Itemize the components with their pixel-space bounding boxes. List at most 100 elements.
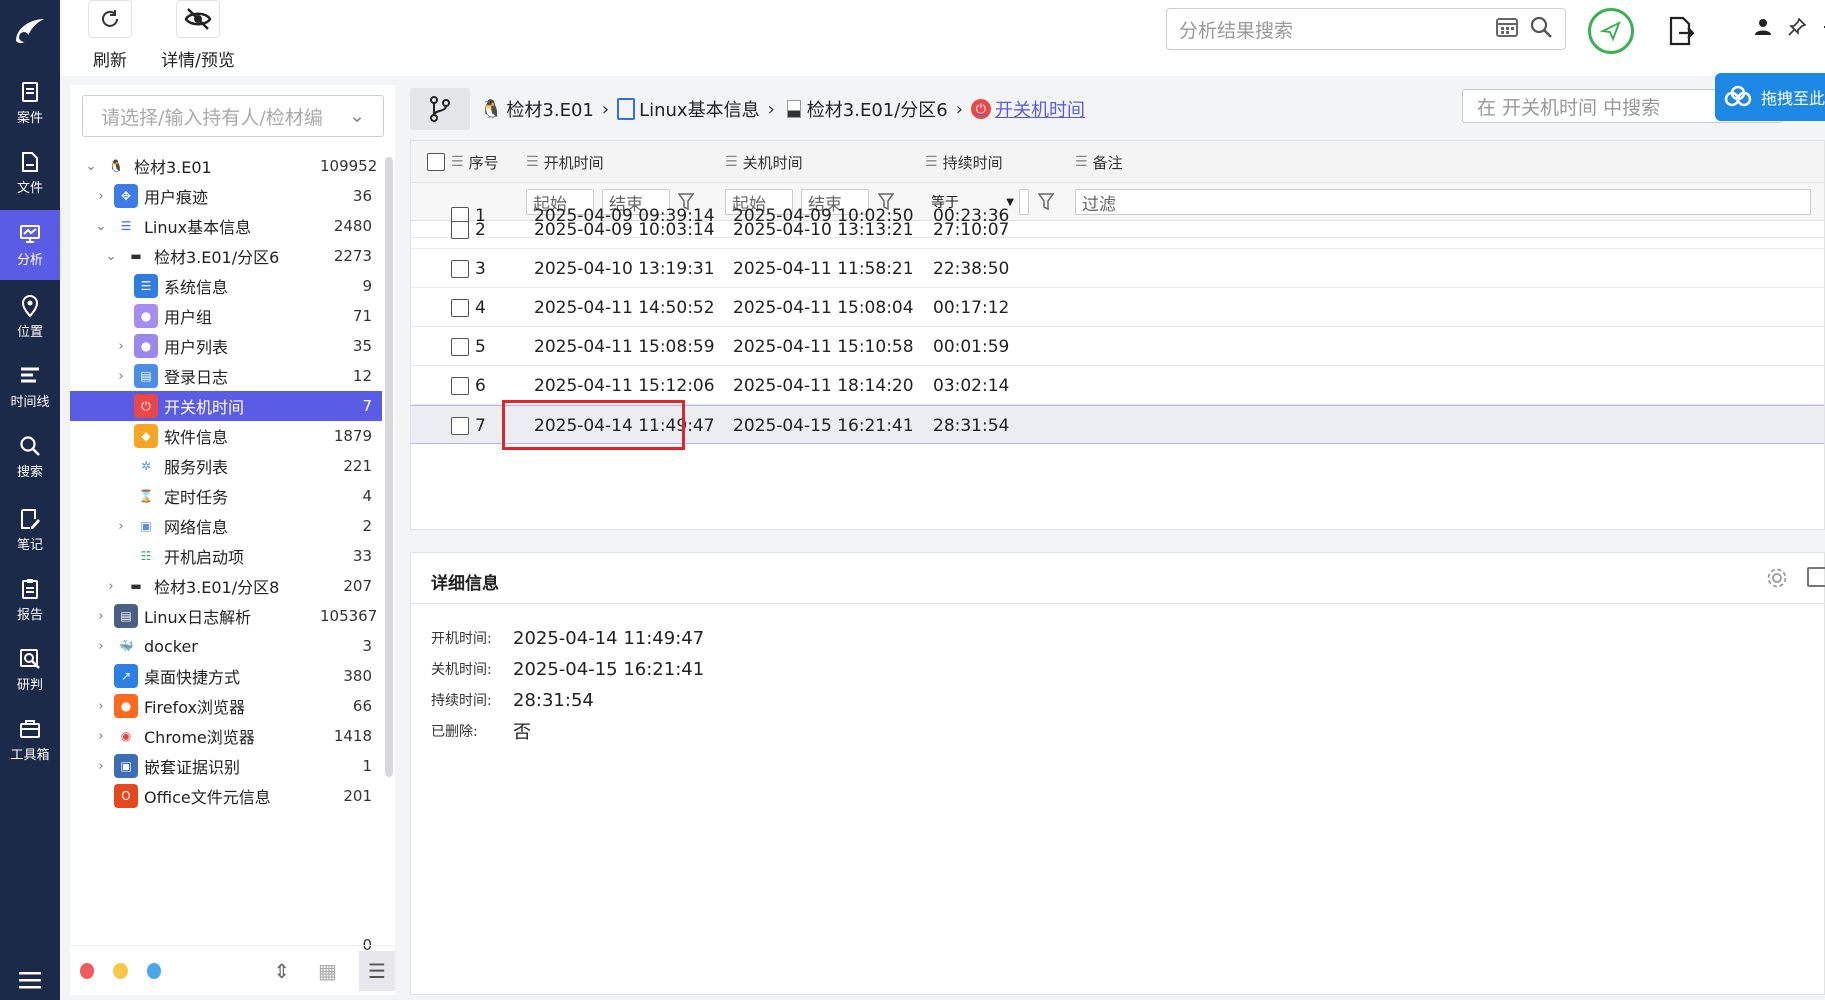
breadcrumb-item-power-time[interactable]: ⏻ 开关机时间 xyxy=(970,96,1085,122)
chevron-right-icon[interactable]: › xyxy=(94,729,108,744)
list-view-icon[interactable]: ☰ xyxy=(358,950,395,991)
tree-item-service[interactable]: ✲ 服务列表 221 xyxy=(70,451,382,481)
menu-icon[interactable] xyxy=(0,960,60,1000)
column-menu-icon[interactable]: ☰ xyxy=(925,154,938,170)
column-header-remark[interactable]: ☰ 备注 xyxy=(1075,141,1123,183)
panel-toggle-icon[interactable] xyxy=(1807,567,1825,587)
rail-item-toolbox[interactable]: 工具箱 xyxy=(0,705,60,775)
rail-item-analysis[interactable]: 分析 xyxy=(0,210,60,280)
select-all-checkbox[interactable] xyxy=(427,153,445,171)
breadcrumb-item-partition[interactable]: 检材3.E01/分区6 › xyxy=(783,96,963,122)
column-header-on-time[interactable]: ☰ 开机时间 xyxy=(526,141,604,183)
chevron-right-icon[interactable]: › xyxy=(94,759,108,774)
calendar-icon[interactable] xyxy=(1495,15,1519,44)
breadcrumb-item-evidence[interactable]: 🐧 检材3.E01 › xyxy=(480,96,609,122)
blue-dot-icon[interactable] xyxy=(146,962,162,979)
tree-item-usergroup[interactable]: ● 用户组 71 xyxy=(70,301,382,331)
tree-item-userlist[interactable]: › ● 用户列表 35 xyxy=(70,331,382,361)
table-row[interactable]: 4 2025-04-11 14:50:52 2025-04-11 15:08:04 0… xyxy=(411,288,1824,327)
drag-drop-button[interactable]: 拖拽至此 xyxy=(1715,73,1825,121)
row-checkbox[interactable] xyxy=(451,220,469,239)
chevron-right-icon[interactable]: › xyxy=(114,339,128,354)
column-menu-icon[interactable]: ☰ xyxy=(526,154,539,170)
search-icon[interactable] xyxy=(1529,15,1553,44)
row-checkbox[interactable] xyxy=(451,298,469,317)
chevron-right-icon[interactable]: › xyxy=(104,579,118,594)
chevron-down-icon[interactable]: ⌄ xyxy=(84,159,98,174)
row-checkbox[interactable] xyxy=(451,337,469,356)
chevron-down-icon[interactable]: ⌄ xyxy=(94,219,108,234)
tree-item-nested-evidence[interactable]: › ▣ 嵌套证据识别 1 xyxy=(70,751,382,781)
docker-icon: 🐳 xyxy=(114,634,138,658)
tree-item-hourglass[interactable]: ⌛ 定时任务 4 xyxy=(70,481,382,511)
tree-item-log[interactable]: › ▤ Linux日志解析 105367 xyxy=(70,601,382,631)
service-icon: ✲ xyxy=(134,454,158,478)
branch-button[interactable] xyxy=(410,88,470,130)
user-icon[interactable] xyxy=(1754,18,1772,40)
table-row[interactable]: 5 2025-04-11 15:08:59 2025-04-11 15:10:58 0… xyxy=(411,327,1824,366)
grid-view-icon[interactable]: ▦ xyxy=(318,959,337,983)
table-row[interactable]: 2 2025-04-09 10:03:14 2025-04-10 13:13:21 2… xyxy=(411,210,1824,249)
tree-item-power[interactable]: ⏻ 开关机时间 7 xyxy=(70,391,382,421)
table-row[interactable]: 7 2025-04-14 11:49:47 2025-04-15 16:21:41 2… xyxy=(411,400,1824,450)
tree-item-office[interactable]: O Office文件元信息 201 xyxy=(70,781,382,811)
highlight-box xyxy=(502,400,685,450)
refresh-button[interactable]: 刷新 xyxy=(75,0,145,76)
tree-item-label: 系统信息 xyxy=(164,278,229,297)
column-menu-icon[interactable]: ☰ xyxy=(725,154,738,170)
tree-item-startup[interactable]: ☷ 开机启动项 33 xyxy=(70,541,382,571)
rail-item-label: 笔记 xyxy=(16,538,43,553)
row-checkbox[interactable] xyxy=(451,259,469,278)
tree-item-list[interactable]: ⌄ ☰ Linux基本信息 2480 xyxy=(70,211,382,241)
rail-item-timeline[interactable]: 时间线 xyxy=(0,352,60,422)
chevron-right-icon[interactable]: › xyxy=(114,369,128,384)
breadcrumb-item-linux-info[interactable]: Linux基本信息 › xyxy=(617,96,775,122)
tree-item-network[interactable]: › ▣ 网络信息 2 xyxy=(70,511,382,541)
analysis-search-input[interactable]: 分析结果搜索 xyxy=(1166,8,1566,50)
rail-item-location[interactable]: 位置 xyxy=(0,282,60,352)
column-menu-icon[interactable]: ☰ xyxy=(1075,154,1088,170)
chevron-right-icon[interactable]: › xyxy=(94,189,108,204)
rail-item-search[interactable]: 搜索 xyxy=(0,422,60,492)
column-header-duration[interactable]: ☰ 持续时间 xyxy=(925,141,1003,183)
row-checkbox[interactable] xyxy=(451,416,469,435)
tree-scrollbar[interactable] xyxy=(385,157,393,777)
tree-item-firefox[interactable]: › ● Firefox浏览器 66 xyxy=(70,691,382,721)
tree-item-shortcut[interactable]: ↗ 桌面快捷方式 380 xyxy=(70,661,382,691)
send-status-button[interactable] xyxy=(1588,8,1634,54)
tree-item-software[interactable]: ◆ 软件信息 1879 xyxy=(70,421,382,451)
rail-item-case[interactable]: 案件 xyxy=(0,68,60,138)
gear-icon[interactable] xyxy=(1766,567,1788,593)
row-id: 3 xyxy=(475,258,486,279)
chevron-right-icon[interactable]: › xyxy=(94,609,108,624)
pin-icon[interactable] xyxy=(1788,17,1807,40)
holder-select[interactable]: 请选择/输入持有人/检材编 ⌄ xyxy=(82,95,384,137)
rail-item-file[interactable]: 文件 xyxy=(0,138,60,208)
rail-item-judge[interactable]: 研判 xyxy=(0,635,60,705)
export-icon[interactable] xyxy=(1668,16,1695,50)
rail-item-report[interactable]: 报告 xyxy=(0,565,60,635)
column-menu-icon[interactable]: ☰ xyxy=(451,154,464,170)
tree-item-login-log[interactable]: › ▤ 登录日志 12 xyxy=(70,361,382,391)
tree-item-chrome[interactable]: › ◉ Chrome浏览器 1418 xyxy=(70,721,382,751)
tree-item-user-trace[interactable]: › ✥ 用户痕迹 36 xyxy=(70,181,382,211)
preview-button[interactable]: 详情/预览 xyxy=(148,0,248,76)
column-header-off-time[interactable]: ☰ 关机时间 xyxy=(725,141,803,183)
tree-item-sysinfo[interactable]: ☰ 系统信息 9 xyxy=(70,271,382,301)
red-dot-icon[interactable] xyxy=(80,962,95,979)
rail-item-note[interactable]: 笔记 xyxy=(0,495,60,565)
chevron-right-icon[interactable]: › xyxy=(94,639,108,654)
row-checkbox[interactable] xyxy=(451,376,469,395)
tree-item-disk[interactable]: › ▬ 检材3.E01/分区8 207 xyxy=(70,571,382,601)
chevron-down-icon[interactable]: ⌄ xyxy=(104,249,118,264)
column-header-id[interactable]: ☰ 序号 xyxy=(427,141,499,183)
tree-item-linux[interactable]: ⌄ 🐧 检材3.E01 109952 xyxy=(70,151,382,181)
tree-item-docker[interactable]: › 🐳 docker 3 xyxy=(70,631,382,661)
chevron-right-icon[interactable]: › xyxy=(114,519,128,534)
tree-item-label: 检材3.E01 xyxy=(134,158,212,177)
collapse-icon[interactable]: ⇕ xyxy=(273,959,290,983)
table-row[interactable]: 3 2025-04-10 13:19:31 2025-04-11 11:58:21 2… xyxy=(411,249,1824,288)
chevron-right-icon[interactable]: › xyxy=(94,699,108,714)
yellow-dot-icon[interactable] xyxy=(113,962,128,979)
tree-item-disk[interactable]: ⌄ ▬ 检材3.E01/分区6 2273 xyxy=(70,241,382,271)
